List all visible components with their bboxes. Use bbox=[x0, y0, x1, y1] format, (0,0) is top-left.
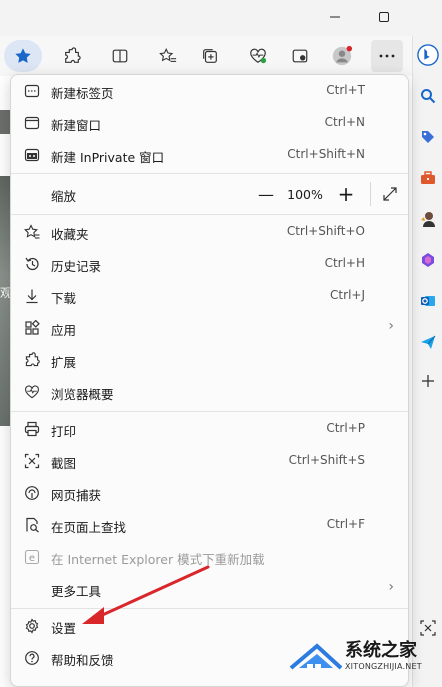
watermark-brand: 系统之家 bbox=[345, 640, 417, 661]
watermark-house-icon bbox=[289, 643, 343, 670]
annotation-arrow bbox=[82, 565, 210, 624]
watermark-url: XITONGZHIJIA.NET bbox=[345, 662, 422, 671]
watermark: 系统之家 XITONGZHIJIA.NET bbox=[285, 628, 442, 687]
